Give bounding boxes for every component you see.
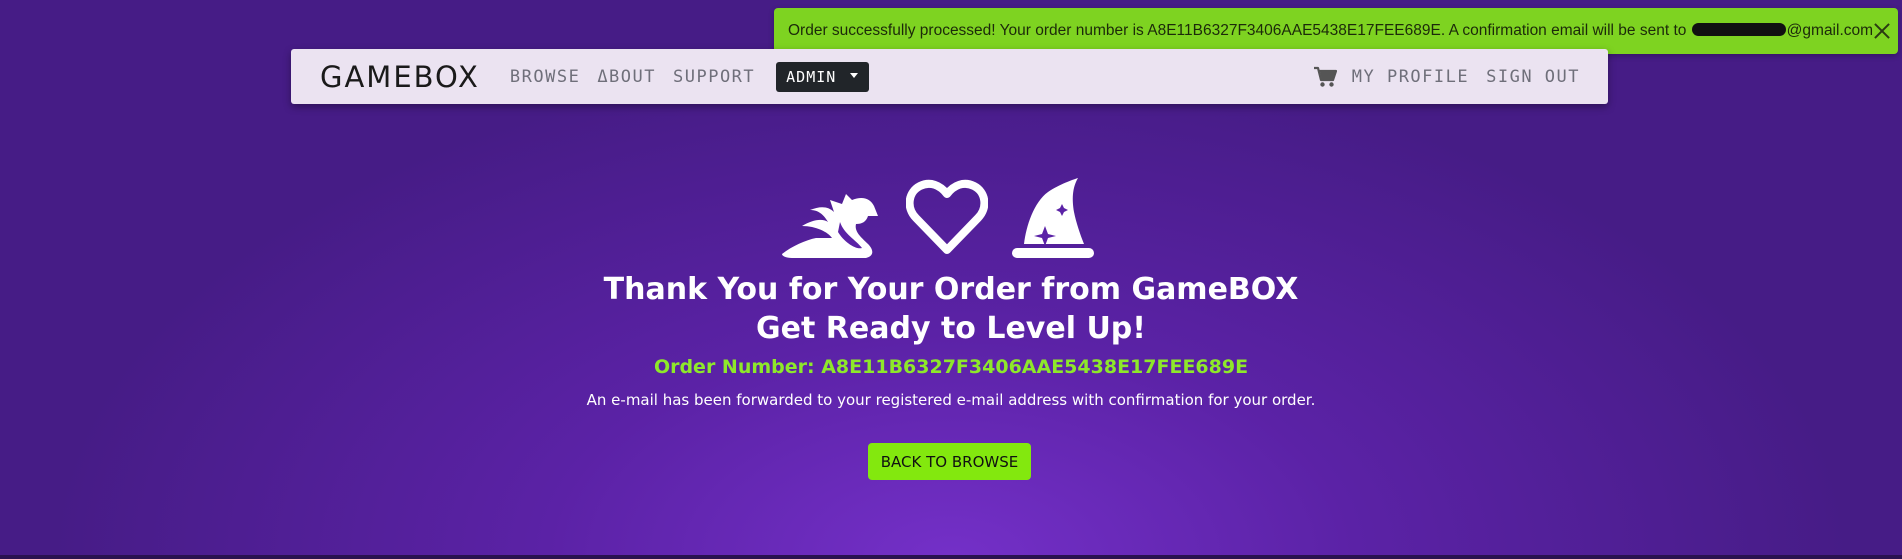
order-success-toast: Order successfully processed! Your order… xyxy=(774,8,1898,54)
shopping-cart-icon[interactable] xyxy=(1313,66,1337,88)
admin-label: ADMIN xyxy=(786,67,837,86)
nav-about[interactable]: ΔBOUT xyxy=(597,67,656,87)
brand-logo[interactable]: GAMEBOX xyxy=(320,60,480,94)
toast-email-domain: @gmail.com xyxy=(1786,22,1874,39)
nav-browse[interactable]: BROWSE xyxy=(510,67,580,87)
bottom-edge xyxy=(0,555,1902,559)
heart-icon xyxy=(906,179,988,254)
nav-sign-out[interactable]: SIGN OUT xyxy=(1486,67,1580,87)
toast-message-text: Order successfully processed! Your order… xyxy=(788,22,1691,39)
back-to-browse-button[interactable]: BACK TO BROWSE xyxy=(868,443,1031,480)
admin-dropdown-button[interactable]: ADMIN xyxy=(776,61,870,92)
caret-down-icon xyxy=(850,73,859,78)
order-number: Order Number: A8E11B6327F3406AAE5438E17F… xyxy=(653,356,1249,378)
nav-my-profile[interactable]: MY PROFILE xyxy=(1352,67,1469,87)
toast-message: Order successfully processed! Your order… xyxy=(788,22,1873,40)
navbar: GAMEBOX BROWSE ΔBOUT SUPPORT ADMIN MY PR… xyxy=(291,49,1608,104)
confirmation-note: An e-mail has been forwarded to your reg… xyxy=(586,391,1316,409)
hero-icons xyxy=(782,176,1094,258)
nav-support[interactable]: SUPPORT xyxy=(673,67,755,87)
nav-right: MY PROFILE SIGN OUT xyxy=(1313,66,1580,88)
dragon-icon xyxy=(782,194,878,258)
wizard-hat-icon xyxy=(1012,178,1094,258)
redacted-email xyxy=(1691,23,1786,36)
level-up-heading: Get Ready to Level Up! xyxy=(756,311,1146,346)
thank-you-heading: Thank You for Your Order from GameBOX xyxy=(603,272,1299,307)
close-icon[interactable] xyxy=(1873,22,1884,40)
